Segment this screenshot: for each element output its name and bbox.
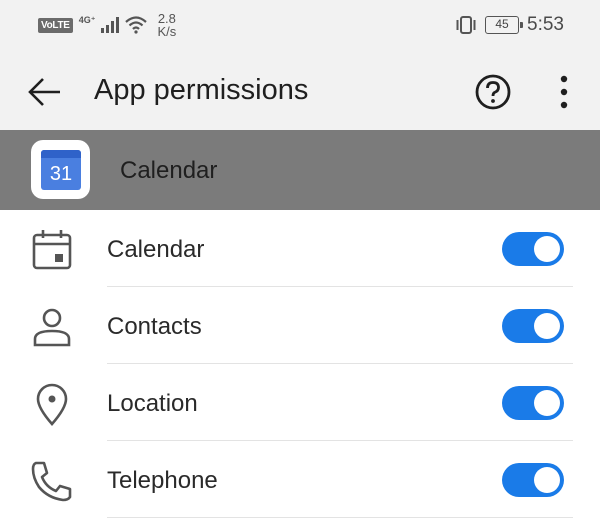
more-options-button[interactable] [547,72,581,112]
permission-row-contacts[interactable]: Contacts [0,287,600,364]
toggle-knob [534,390,560,416]
permission-label: Telephone [107,467,218,494]
status-right: 45 5:53 [455,14,564,36]
permission-row-location[interactable]: Location [0,364,600,441]
help-circle-icon [475,74,511,110]
back-button[interactable] [22,70,66,114]
network-speed: 2.8 K/s [157,12,176,38]
app-bar: App permissions [0,52,600,130]
wifi-icon [125,16,148,34]
divider [107,517,573,518]
toggle-knob [534,236,560,262]
app-header: 31 Calendar [0,130,600,210]
toggle-knob [534,313,560,339]
permission-toggle-telephone[interactable] [502,463,564,497]
page-title: App permissions [94,74,309,106]
permission-toggle-contacts[interactable] [502,309,564,343]
telephone-icon [31,461,72,502]
signal-icon [101,17,120,33]
permission-toggle-calendar[interactable] [502,232,564,266]
permission-toggle-location[interactable] [502,386,564,420]
permission-row-telephone[interactable]: Telephone [0,441,600,518]
contacts-icon [33,308,71,347]
more-vertical-icon [560,75,568,109]
app-name: Calendar [120,157,218,184]
calendar-icon [32,230,72,270]
volte-badge: VoLTE [38,17,73,33]
status-bar: VoLTE 4G⁺ 2.8 K/s 45 5:53 [0,0,600,52]
vibrate-icon [456,16,476,34]
toggle-knob [534,467,560,493]
calendar-app-icon-number: 31 [49,163,73,185]
network-type: 4G⁺ [78,14,96,25]
permission-label: Calendar [107,236,205,263]
permission-row-calendar[interactable]: Calendar [0,210,600,287]
permission-label: Contacts [107,313,202,340]
permission-label: Location [107,390,198,417]
clock: 5:53 [527,14,564,35]
help-button[interactable] [474,73,512,111]
status-left: VoLTE 4G⁺ 2.8 K/s [38,12,176,38]
speed-unit: K/s [157,24,177,39]
location-icon [36,383,68,426]
calendar-app-icon: 31 [31,140,90,199]
calendar-tile: 31 [41,150,81,190]
battery-indicator: 45 [485,16,524,34]
arrow-left-icon [28,78,60,106]
